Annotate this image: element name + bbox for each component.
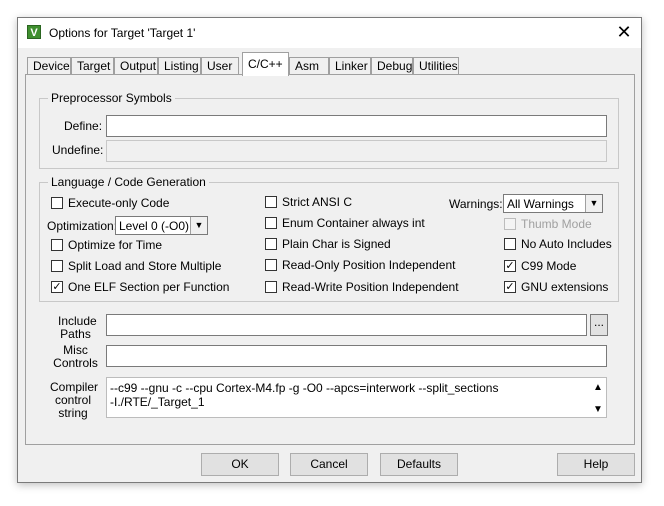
optimize-time-label: Optimize for Time (68, 238, 163, 252)
thumb-mode-checkbox[interactable] (504, 218, 516, 230)
tab-target[interactable]: Target (71, 57, 114, 75)
include-label-line1: Include (58, 314, 97, 328)
define-input[interactable] (106, 115, 607, 137)
misc-controls-input[interactable] (106, 345, 607, 367)
chevron-down-icon[interactable]: ▼ (190, 217, 207, 234)
gnu-extensions-label: GNU extensions (521, 280, 609, 294)
tab-debug[interactable]: Debug (371, 57, 413, 75)
tab-output[interactable]: Output (114, 57, 158, 75)
rw-pi-label: Read-Write Position Independent (282, 280, 459, 294)
compiler-line-1: --c99 --gnu -c --cpu Cortex-M4.fp -g -O0… (110, 381, 499, 395)
define-label: Define: (64, 119, 103, 133)
compiler-label-line1: Compiler (50, 380, 99, 394)
c99-mode-label: C99 Mode (521, 259, 577, 273)
c99-mode-checkbox[interactable]: ✓ (504, 260, 516, 272)
tab-listing[interactable]: Listing (158, 57, 201, 75)
strict-ansi-checkbox[interactable] (265, 196, 277, 208)
compiler-control-string[interactable]: --c99 --gnu -c --cpu Cortex-M4.fp -g -O0… (106, 377, 607, 418)
rw-pi-checkbox[interactable] (265, 281, 277, 293)
ro-pi-label: Read-Only Position Independent (282, 258, 456, 272)
tab-utilities[interactable]: Utilities (413, 57, 459, 75)
plain-char-checkbox[interactable] (265, 238, 277, 250)
undefine-label: Undefine: (52, 143, 104, 157)
include-browse-button[interactable]: ... (590, 314, 608, 336)
scroll-down-icon[interactable]: ▼ (593, 404, 603, 415)
defaults-button[interactable]: Defaults (380, 453, 458, 476)
ro-pi-checkbox[interactable] (265, 259, 277, 271)
split-load-label: Split Load and Store Multiple (68, 259, 222, 273)
gnu-extensions-checkbox[interactable]: ✓ (504, 281, 516, 293)
compiler-line-2: -I./RTE/_Target_1 (110, 395, 205, 409)
scroll-up-icon[interactable]: ▲ (593, 382, 603, 393)
enum-int-checkbox[interactable] (265, 217, 277, 229)
optimization-label: Optimization: (47, 219, 118, 233)
warnings-value: All Warnings (507, 197, 574, 211)
one-elf-label: One ELF Section per Function (68, 280, 230, 294)
one-elf-checkbox[interactable]: ✓ (51, 281, 63, 293)
misc-label-line2: Controls (53, 356, 98, 370)
title-bar: V Options for Target 'Target 1' ✕ (18, 18, 641, 48)
enum-int-label: Enum Container always int (282, 216, 425, 230)
undefine-input[interactable] (106, 140, 607, 162)
misc-label-line1: Misc (63, 343, 88, 357)
codegen-group-title: Language / Code Generation (48, 175, 209, 189)
tab-user[interactable]: User (201, 57, 239, 75)
tab-linker[interactable]: Linker (329, 57, 371, 75)
warnings-select[interactable]: All Warnings ▼ (503, 194, 603, 213)
thumb-mode-label: Thumb Mode (521, 217, 592, 231)
cancel-button[interactable]: Cancel (290, 453, 368, 476)
split-load-checkbox[interactable] (51, 260, 63, 272)
app-icon: V (27, 25, 41, 39)
preprocessor-group-title: Preprocessor Symbols (48, 91, 175, 105)
execute-only-label: Execute-only Code (68, 196, 170, 210)
window-title: Options for Target 'Target 1' (49, 26, 196, 40)
ok-button[interactable]: OK (201, 453, 279, 476)
execute-only-checkbox[interactable] (51, 197, 63, 209)
chevron-down-icon[interactable]: ▼ (585, 195, 602, 212)
plain-char-label: Plain Char is Signed (282, 237, 391, 251)
include-paths-input[interactable] (106, 314, 587, 336)
compiler-label-line3: string (58, 406, 88, 420)
close-icon[interactable]: ✕ (613, 22, 635, 44)
tab-device[interactable]: Device (27, 57, 71, 75)
no-auto-includes-label: No Auto Includes (521, 237, 612, 251)
tab-asm[interactable]: Asm (289, 57, 329, 75)
compiler-label-line2: control (54, 393, 92, 407)
no-auto-includes-checkbox[interactable] (504, 238, 516, 250)
optimization-select[interactable]: Level 0 (-O0) ▼ (115, 216, 208, 235)
strict-ansi-label: Strict ANSI C (282, 195, 353, 209)
optimization-value: Level 0 (-O0) (119, 219, 190, 233)
warnings-label: Warnings: (449, 197, 503, 211)
compiler-scrollbar[interactable]: ▲ ▼ (591, 379, 605, 416)
help-button[interactable]: Help (557, 453, 635, 476)
optimize-time-checkbox[interactable] (51, 239, 63, 251)
tab-c-cpp[interactable]: C/C++ (242, 52, 289, 76)
include-label-line2: Paths (60, 327, 91, 341)
